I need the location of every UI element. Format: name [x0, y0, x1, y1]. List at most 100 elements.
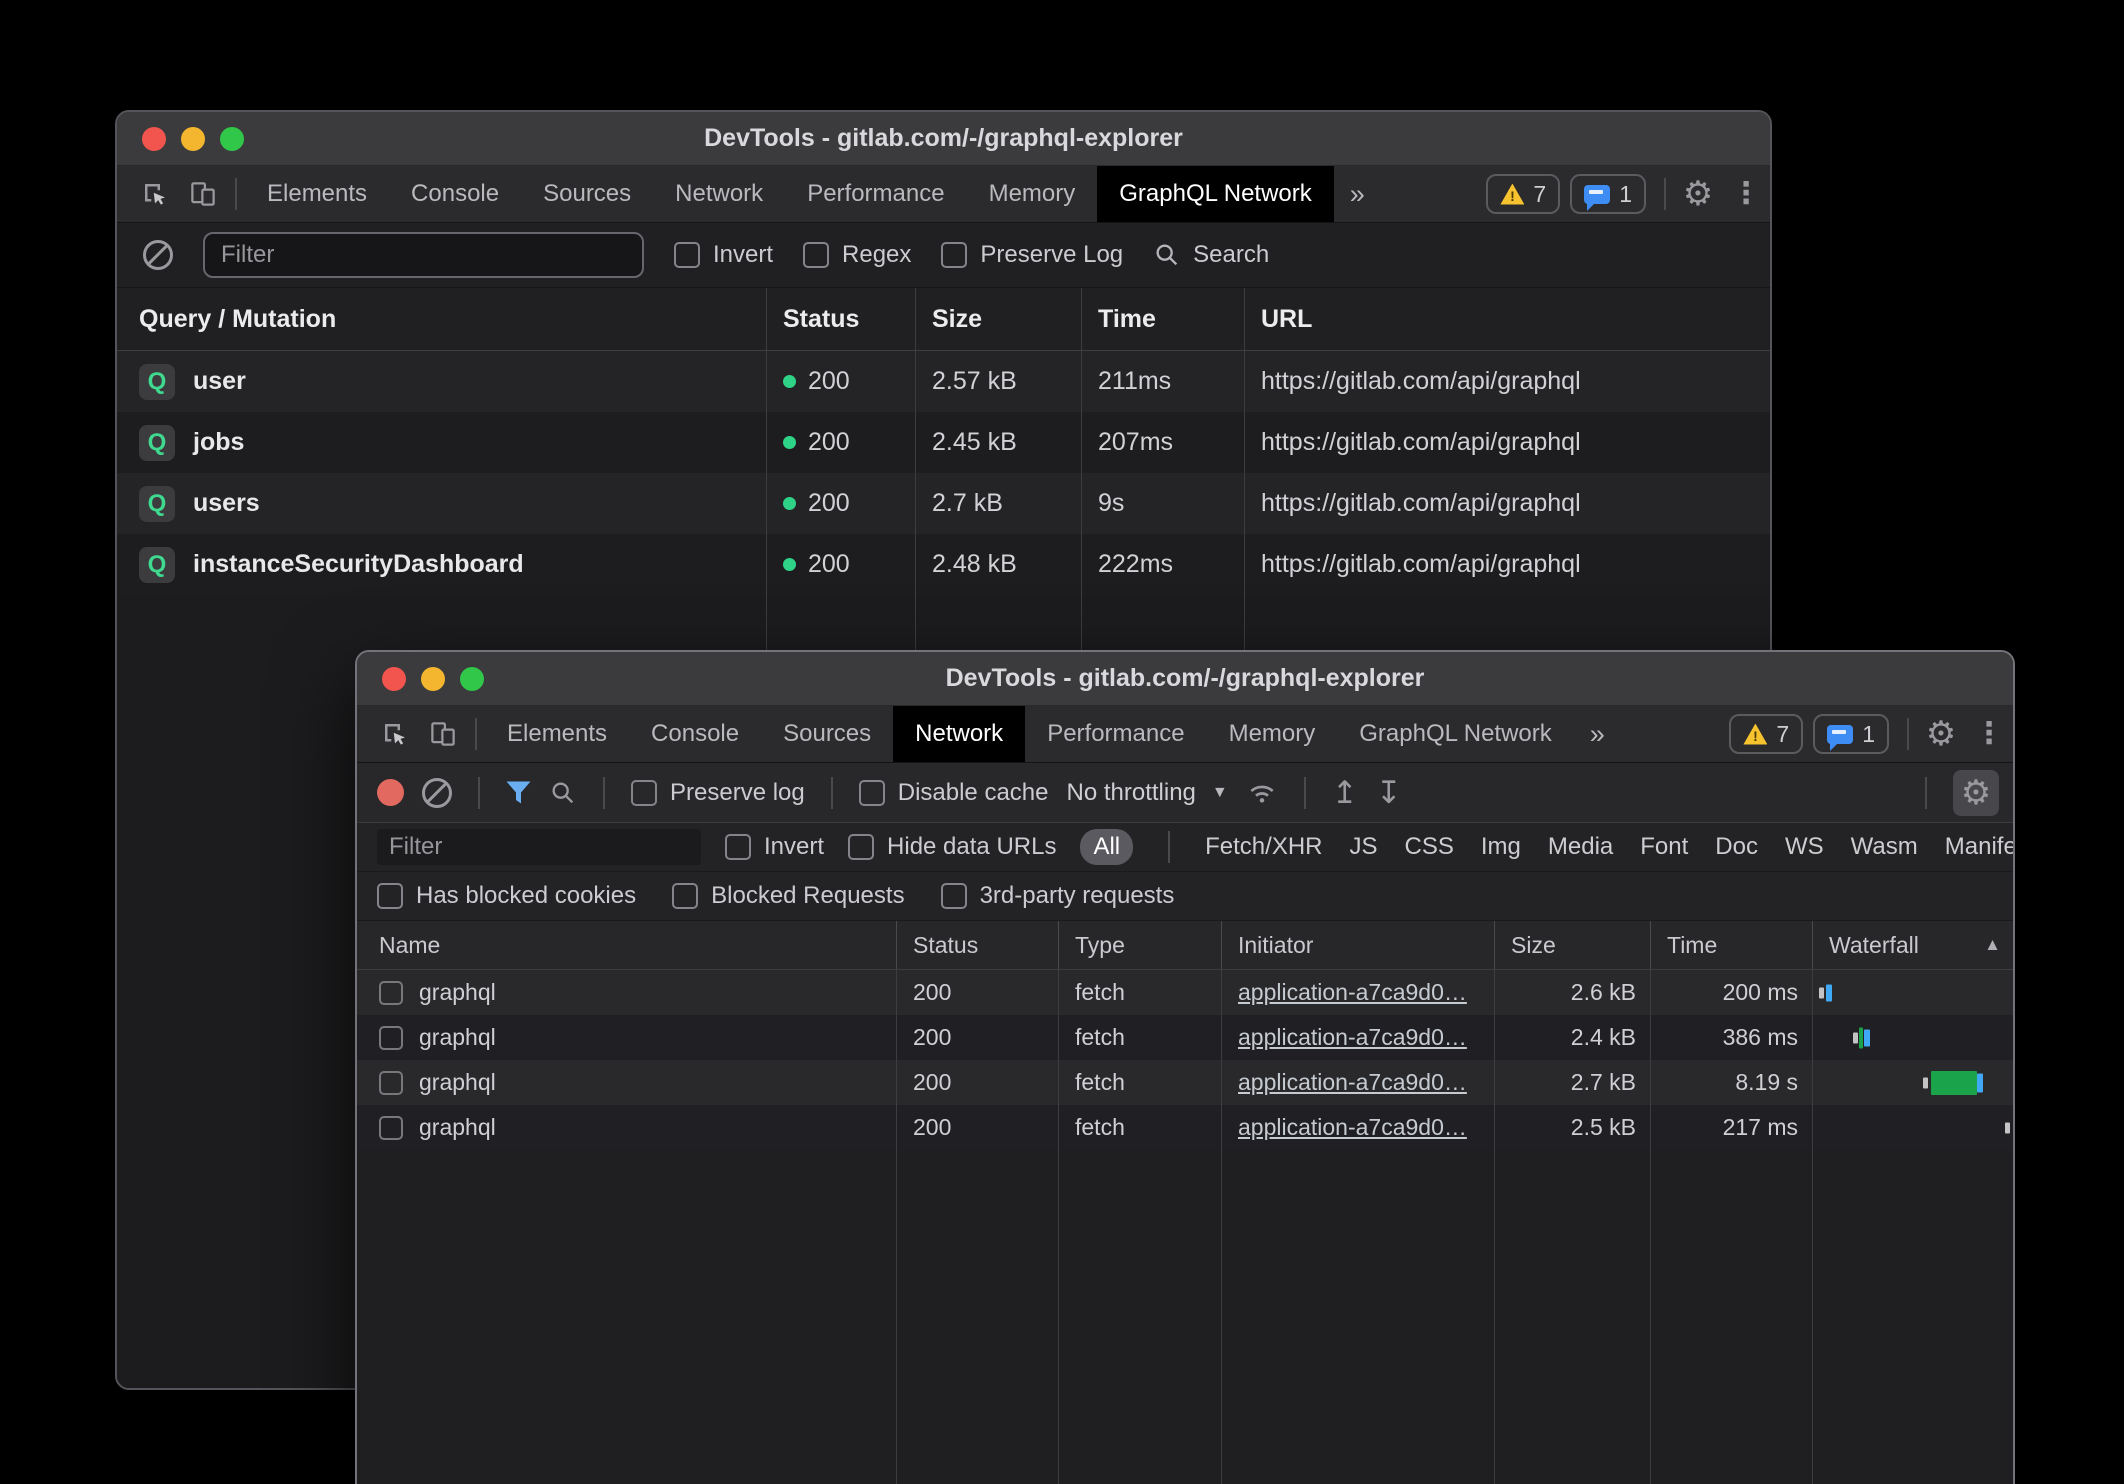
zoom-window-button[interactable] — [460, 667, 484, 691]
column-header-status[interactable]: Status — [897, 921, 1059, 969]
record-network-log-button[interactable] — [377, 779, 404, 806]
column-header-waterfall[interactable]: Waterfall ▲ — [1813, 921, 2013, 969]
search-icon[interactable] — [549, 779, 577, 807]
column-header-size[interactable]: Size — [1495, 921, 1651, 969]
filter-chip-ws[interactable]: WS — [1785, 833, 1824, 861]
network-conditions-icon[interactable] — [1246, 777, 1278, 809]
tab-sources[interactable]: Sources — [521, 166, 653, 222]
filter-chip-js[interactable]: JS — [1350, 833, 1378, 861]
initiator-link[interactable]: application-a7ca9d0… — [1238, 1069, 1467, 1096]
invert-checkbox[interactable] — [674, 242, 700, 268]
kebab-menu-icon[interactable]: ⋮ — [1965, 706, 2013, 762]
third-party-requests-checkbox[interactable] — [941, 883, 967, 909]
tab-network[interactable]: Network — [653, 166, 785, 222]
settings-gear-icon[interactable]: ⚙ — [1674, 166, 1722, 222]
row-checkbox[interactable] — [379, 981, 403, 1005]
row-checkbox[interactable] — [379, 1026, 403, 1050]
tab-elements[interactable]: Elements — [485, 706, 629, 762]
initiator-link[interactable]: application-a7ca9d0… — [1238, 1024, 1467, 1051]
inspect-icon[interactable] — [131, 166, 179, 222]
filter-chip-wasm[interactable]: Wasm — [1851, 833, 1918, 861]
export-har-icon[interactable]: ↧ — [1376, 777, 1402, 808]
warning-icon: ! — [1500, 184, 1524, 205]
initiator-link[interactable]: application-a7ca9d0… — [1238, 1114, 1467, 1141]
tab-memory[interactable]: Memory — [1207, 706, 1338, 762]
tab-elements[interactable]: Elements — [245, 166, 389, 222]
issue-bubble-icon — [1584, 185, 1610, 204]
filter-chip-css[interactable]: CSS — [1405, 833, 1454, 861]
request-row[interactable]: graphql 200 fetch application-a7ca9d0… 2… — [357, 1060, 2013, 1105]
request-row[interactable]: graphql 200 fetch application-a7ca9d0… 2… — [357, 1105, 2013, 1150]
close-window-button[interactable] — [382, 667, 406, 691]
network-settings-button[interactable]: ⚙ — [1953, 770, 1999, 816]
preserve-log-label: Preserve Log — [980, 241, 1123, 269]
clear-network-log-icon[interactable] — [422, 778, 452, 808]
filter-input[interactable] — [203, 232, 644, 278]
more-tabs-icon[interactable]: » — [1334, 166, 1381, 222]
issues-badge[interactable]: 1 — [1570, 174, 1646, 214]
has-blocked-cookies-checkbox[interactable] — [377, 883, 403, 909]
device-toolbar-icon[interactable] — [419, 706, 467, 762]
settings-gear-icon[interactable]: ⚙ — [1917, 706, 1965, 762]
tab-graphql-network[interactable]: GraphQL Network — [1337, 706, 1574, 762]
time-value: 200 ms — [1651, 970, 1813, 1015]
preserve-log-checkbox[interactable] — [631, 780, 657, 806]
query-row[interactable]: Q jobs 200 2.45 kB 207ms https://gitlab.… — [117, 412, 1770, 473]
query-row[interactable]: Q users 200 2.7 kB 9s https://gitlab.com… — [117, 473, 1770, 534]
request-row[interactable]: graphql 200 fetch application-a7ca9d0… 2… — [357, 1015, 2013, 1060]
kebab-menu-icon[interactable]: ⋮ — [1722, 166, 1770, 222]
filter-chip-all[interactable]: All — [1080, 829, 1133, 865]
warnings-badge[interactable]: ! 7 — [1486, 174, 1560, 214]
issues-badge[interactable]: 1 — [1813, 714, 1889, 754]
tab-graphql-network[interactable]: GraphQL Network — [1097, 166, 1334, 222]
blocked-requests-checkbox[interactable] — [672, 883, 698, 909]
preserve-log-checkbox[interactable] — [941, 242, 967, 268]
disable-cache-checkbox[interactable] — [859, 780, 885, 806]
inspect-icon[interactable] — [371, 706, 419, 762]
import-har-icon[interactable]: ↥ — [1332, 777, 1358, 808]
filter-chip-img[interactable]: Img — [1481, 833, 1521, 861]
status-value: 200 — [808, 489, 850, 518]
more-tabs-icon[interactable]: » — [1574, 706, 1621, 762]
zoom-window-button[interactable] — [220, 127, 244, 151]
filter-chip-font[interactable]: Font — [1640, 833, 1688, 861]
warnings-badge[interactable]: ! 7 — [1729, 714, 1803, 754]
query-row[interactable]: Q user 200 2.57 kB 211ms https://gitlab.… — [117, 351, 1770, 412]
search-button[interactable]: Search — [1153, 241, 1269, 269]
filter-chip-doc[interactable]: Doc — [1715, 833, 1758, 861]
tab-performance[interactable]: Performance — [785, 166, 966, 222]
minimize-window-button[interactable] — [181, 127, 205, 151]
filter-funnel-icon[interactable] — [506, 780, 531, 805]
regex-checkbox[interactable] — [803, 242, 829, 268]
column-header-time[interactable]: Time — [1651, 921, 1813, 969]
row-checkbox[interactable] — [379, 1116, 403, 1140]
tab-console[interactable]: Console — [389, 166, 521, 222]
size-value: 2.4 kB — [1495, 1015, 1651, 1060]
filter-chip-manifest[interactable]: Manifest — [1945, 833, 2015, 861]
request-row[interactable]: graphql 200 fetch application-a7ca9d0… 2… — [357, 970, 2013, 1015]
tab-performance[interactable]: Performance — [1025, 706, 1206, 762]
column-header-name[interactable]: Name — [357, 921, 897, 969]
tab-memory[interactable]: Memory — [967, 166, 1098, 222]
throttling-select[interactable]: No throttling ▼ — [1066, 779, 1227, 807]
tab-console[interactable]: Console — [629, 706, 761, 762]
column-header-size: Size — [916, 288, 1082, 350]
column-header-type[interactable]: Type — [1059, 921, 1222, 969]
invert-checkbox[interactable] — [725, 834, 751, 860]
device-toolbar-icon[interactable] — [179, 166, 227, 222]
hide-data-urls-checkbox[interactable] — [848, 834, 874, 860]
close-window-button[interactable] — [142, 127, 166, 151]
query-row[interactable]: Q instanceSecurityDashboard 200 2.48 kB … — [117, 534, 1770, 595]
row-checkbox[interactable] — [379, 1071, 403, 1095]
initiator-link[interactable]: application-a7ca9d0… — [1238, 979, 1467, 1006]
status-ok-dot — [783, 497, 796, 510]
column-header-initiator[interactable]: Initiator — [1222, 921, 1495, 969]
tab-sources[interactable]: Sources — [761, 706, 893, 762]
filter-input[interactable] — [377, 829, 701, 865]
minimize-window-button[interactable] — [421, 667, 445, 691]
filter-chip-fetch-xhr[interactable]: Fetch/XHR — [1205, 833, 1322, 861]
tab-network[interactable]: Network — [893, 706, 1025, 762]
size-value: 2.45 kB — [916, 412, 1082, 473]
clear-icon[interactable] — [143, 240, 173, 270]
filter-chip-media[interactable]: Media — [1548, 833, 1613, 861]
